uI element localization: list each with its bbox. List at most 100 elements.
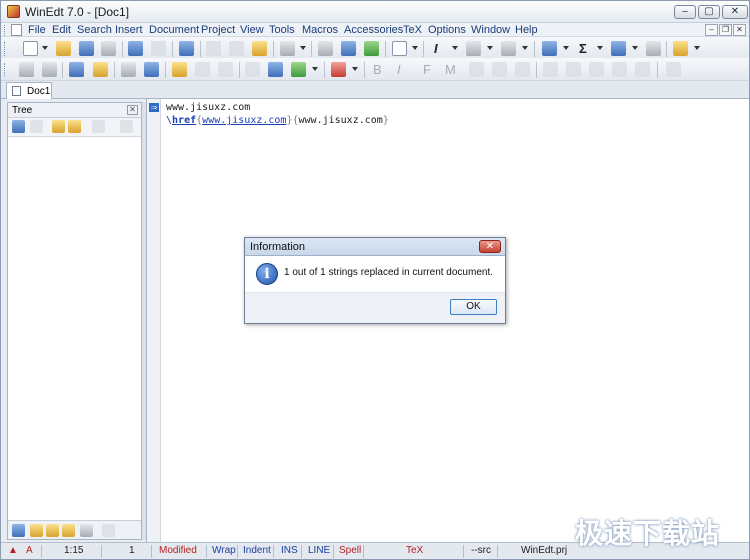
status-indent[interactable]: Indent <box>243 545 271 556</box>
editor-line-2[interactable]: \href{www.jisuxz.com}{www.jisuxz.com} <box>166 115 389 126</box>
image-tex-icon[interactable] <box>612 62 627 77</box>
compare-icon[interactable] <box>195 62 210 77</box>
tree-open-icon[interactable] <box>52 120 65 133</box>
macros-icon[interactable] <box>93 62 108 77</box>
status-tex[interactable]: TeX <box>406 545 423 556</box>
new-file-icon[interactable] <box>23 41 38 56</box>
tree-view-project-icon[interactable] <box>46 524 59 537</box>
find-dropdown-icon[interactable] <box>300 46 306 50</box>
tree-delete-icon[interactable] <box>30 120 43 133</box>
bibliography-icon[interactable] <box>646 41 661 56</box>
next-icon[interactable] <box>589 62 604 77</box>
dialog-close-button[interactable]: ✕ <box>479 240 501 253</box>
reference-dropdown-icon[interactable] <box>632 46 638 50</box>
undo-icon[interactable] <box>128 41 143 56</box>
menu-tex[interactable]: TeX <box>403 24 422 36</box>
dialog-title-bar[interactable]: Information <box>245 238 505 256</box>
accent-icon-1[interactable] <box>469 62 484 77</box>
menu-window[interactable]: Window <box>471 24 510 36</box>
font-icon[interactable]: F <box>423 62 431 77</box>
zoom-icon[interactable] <box>218 62 233 77</box>
gather-icon[interactable] <box>144 62 159 77</box>
menu-document[interactable]: Document <box>149 24 199 36</box>
table-dropdown-icon[interactable] <box>563 46 569 50</box>
tex-compile-icon[interactable] <box>42 62 57 77</box>
preview-icon[interactable] <box>291 62 306 77</box>
list-icon[interactable] <box>501 41 516 56</box>
web-globe-icon[interactable] <box>364 41 379 56</box>
mdi-restore-button[interactable]: ❐ <box>719 24 732 36</box>
menu-options[interactable]: Options <box>428 24 466 36</box>
document-menu-icon[interactable] <box>11 24 22 36</box>
new-file-dropdown-icon[interactable] <box>42 46 48 50</box>
menu-view[interactable]: View <box>240 24 264 36</box>
menu-project[interactable]: Project <box>201 24 235 36</box>
list-dropdown-icon[interactable] <box>522 46 528 50</box>
print-icon[interactable] <box>101 41 116 56</box>
status-line-mode[interactable]: LINE <box>308 545 330 556</box>
status-ins[interactable]: INS <box>281 545 298 556</box>
tree-view-file-icon[interactable] <box>12 524 25 537</box>
mdi-minimize-button[interactable]: – <box>705 24 718 36</box>
environment-dropdown-icon[interactable] <box>487 46 493 50</box>
paste-icon[interactable] <box>252 41 267 56</box>
toolbar-grip[interactable] <box>4 42 7 56</box>
screen-icon[interactable] <box>268 62 283 77</box>
tree-view-folder-icon[interactable] <box>62 524 75 537</box>
search-tex-icon[interactable] <box>543 62 558 77</box>
tree-open-all-icon[interactable] <box>68 120 81 133</box>
status-project[interactable]: WinEdt.prj <box>521 545 567 556</box>
italic-dropdown-icon[interactable] <box>452 46 458 50</box>
editor-line-1[interactable]: www.jisuxz.com <box>166 102 250 113</box>
tree-settings-icon[interactable] <box>120 120 133 133</box>
math-mode-icon[interactable]: M <box>445 62 456 77</box>
tree-view-keyboard-icon[interactable] <box>80 524 93 537</box>
template-dropdown-icon[interactable] <box>412 46 418 50</box>
environment-icon[interactable] <box>466 41 481 56</box>
italic-icon[interactable]: I <box>434 41 438 56</box>
tree-view-close-icon[interactable] <box>102 524 115 537</box>
replace-tex-icon[interactable] <box>566 62 581 77</box>
output-icon[interactable] <box>635 62 650 77</box>
tree-close-icon[interactable]: ✕ <box>127 105 138 115</box>
menu-file[interactable]: File <box>28 24 46 36</box>
toolbar-grip[interactable] <box>4 63 7 77</box>
ok-button[interactable]: OK <box>450 299 497 315</box>
copy-icon[interactable] <box>229 41 244 56</box>
spellcheck-icon[interactable] <box>179 41 194 56</box>
cut-icon[interactable] <box>206 41 221 56</box>
status-spell[interactable]: Spell <box>339 545 361 556</box>
minimize-button[interactable]: – <box>674 5 696 19</box>
insert-image-icon[interactable] <box>172 62 187 77</box>
tex-new-icon[interactable] <box>19 62 34 77</box>
tree-view-macros-icon[interactable] <box>30 524 43 537</box>
reference-icon[interactable] <box>611 41 626 56</box>
mdi-close-button[interactable]: ✕ <box>733 24 746 36</box>
sigma-dropdown-icon[interactable] <box>597 46 603 50</box>
spell-abc-icon[interactable] <box>331 62 346 77</box>
table-icon[interactable] <box>542 41 557 56</box>
accent-icon-2[interactable] <box>492 62 507 77</box>
menu-macros[interactable]: Macros <box>302 24 338 36</box>
math-sigma-icon[interactable] <box>121 62 136 77</box>
maximize-button[interactable]: ▢ <box>698 5 720 19</box>
menu-tools[interactable]: Tools <box>269 24 295 36</box>
bold-icon[interactable]: B <box>373 62 382 77</box>
spell-dropdown-icon[interactable] <box>352 67 358 71</box>
options-icon[interactable] <box>666 62 681 77</box>
accent-icon-3[interactable] <box>515 62 530 77</box>
open-folder-icon[interactable] <box>56 41 71 56</box>
sigma-icon[interactable]: Σ <box>579 41 587 56</box>
save-icon[interactable] <box>79 41 94 56</box>
project-dropdown-icon[interactable] <box>694 46 700 50</box>
menu-insert[interactable]: Insert <box>115 24 143 36</box>
tree-view-icon[interactable] <box>69 62 84 77</box>
preview-dropdown-icon[interactable] <box>312 67 318 71</box>
close-window-button[interactable]: ✕ <box>722 5 748 19</box>
tab-doc1[interactable]: Doc1 <box>6 82 52 99</box>
menu-help[interactable]: Help <box>515 24 538 36</box>
wizard-icon[interactable] <box>245 62 260 77</box>
status-wrap[interactable]: Wrap <box>212 545 236 556</box>
menu-edit[interactable]: Edit <box>52 24 71 36</box>
menu-grip[interactable] <box>4 25 7 36</box>
